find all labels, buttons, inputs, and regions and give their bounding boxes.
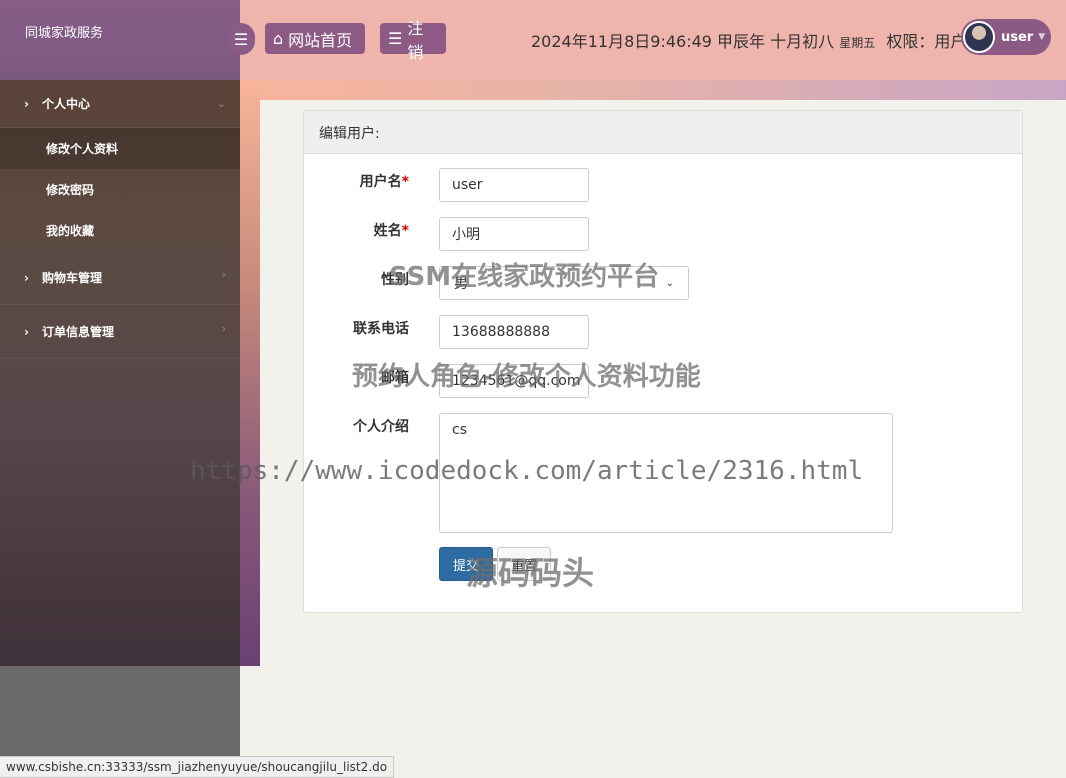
reset-button[interactable]: 重置 xyxy=(497,547,551,581)
list-icon: ☰ xyxy=(388,29,403,48)
intro-label: 个人介绍 xyxy=(353,419,409,435)
user-name: user xyxy=(1001,29,1034,45)
chevron-right-icon: › xyxy=(221,268,226,281)
avatar xyxy=(963,21,995,53)
brand-title: 同城家政服务 xyxy=(0,0,240,80)
chevron-right-icon: › xyxy=(24,324,29,339)
permission-text: 权限：用户 xyxy=(886,32,967,51)
required-mark: * xyxy=(401,223,409,239)
name-label-text: 姓名 xyxy=(373,223,402,239)
datetime-text: 2024年11月8日9:46:49 甲辰年 十月初八 xyxy=(531,32,835,51)
sidebar-group-cart[interactable]: › 购物车管理 › xyxy=(0,251,240,305)
home-button[interactable]: ⌂ 网站首页 xyxy=(265,23,365,54)
home-button-label: 网站首页 xyxy=(288,30,353,50)
top-header: ☰ ⌂ 网站首页 ☰ 注销 2024年11月8日9:46:49 甲辰年 十月初八… xyxy=(227,0,1066,80)
sidebar-menu: › 个人中心 ⌄ 修改个人资料 修改密码 我的收藏 › 购物车管理 › › 订单… xyxy=(0,80,240,666)
browser-status-bar: www.csbishe.cn:33333/ssm_jiazhenyuyue/sh… xyxy=(0,756,395,778)
chevron-down-icon: ⌄ xyxy=(665,277,674,289)
gender-select-value: 男 xyxy=(454,276,468,292)
menu-toggle-button[interactable]: ☰ xyxy=(227,23,255,55)
logout-button[interactable]: ☰ 注销 xyxy=(380,19,446,62)
sidebar-item-edit-profile[interactable]: 修改个人资料 xyxy=(0,128,240,169)
sidebar-group-personal-center[interactable]: › 个人中心 ⌄ xyxy=(0,80,240,128)
required-mark: * xyxy=(401,174,409,190)
sidebar-item-my-favorites[interactable]: 我的收藏 xyxy=(0,210,240,251)
sidebar-item-change-password[interactable]: 修改密码 xyxy=(0,169,240,210)
panel-title: 编辑用户: xyxy=(304,111,1022,154)
username-input[interactable]: user xyxy=(439,168,589,202)
phone-input[interactable]: 13688888888 xyxy=(439,315,589,349)
sidebar-group-label: 购物车管理 xyxy=(42,271,103,285)
logout-button-label: 注销 xyxy=(407,18,424,62)
phone-label: 联系电话 xyxy=(353,321,409,337)
home-icon: ⌂ xyxy=(273,29,284,48)
name-label: 姓名* xyxy=(304,220,409,240)
edit-user-panel: 编辑用户: 用户名* user 姓名* 小明 性别 男 ⌄ 联系电话 13688… xyxy=(303,110,1023,613)
username-label-text: 用户名 xyxy=(359,174,402,190)
chevron-down-icon: ⌄ xyxy=(216,97,226,110)
user-menu-dropdown[interactable]: user ▼ xyxy=(961,19,1051,55)
bars-icon: ☰ xyxy=(233,29,249,49)
sidebar: 同城家政服务 › 个人中心 ⌄ 修改个人资料 修改密码 我的收藏 › 购物车管理… xyxy=(0,0,240,778)
intro-textarea[interactable]: cs xyxy=(439,413,893,533)
gender-label: 性别 xyxy=(381,272,409,288)
sidebar-group-orders[interactable]: › 订单信息管理 › xyxy=(0,305,240,359)
sidebar-group-label: 个人中心 xyxy=(42,97,91,111)
submit-button[interactable]: 提交 xyxy=(439,547,493,581)
chevron-right-icon: › xyxy=(24,270,29,285)
caret-down-icon: ▼ xyxy=(1038,32,1046,42)
email-label: 邮箱 xyxy=(381,370,409,386)
gender-select[interactable]: 男 ⌄ xyxy=(439,266,689,300)
sidebar-edge xyxy=(240,80,260,666)
chevron-right-icon: › xyxy=(221,322,226,335)
username-label: 用户名* xyxy=(304,171,409,191)
header-gradient-strip xyxy=(260,80,1066,100)
sidebar-group-label: 订单信息管理 xyxy=(42,325,115,339)
name-input[interactable]: 小明 xyxy=(439,217,589,251)
email-input[interactable]: 1234561@qq.com xyxy=(439,364,589,398)
chevron-right-icon: › xyxy=(24,96,29,111)
datetime-display: 2024年11月8日9:46:49 甲辰年 十月初八 星期五 权限：用户 xyxy=(531,28,966,52)
weekday-text: 星期五 xyxy=(839,36,876,50)
